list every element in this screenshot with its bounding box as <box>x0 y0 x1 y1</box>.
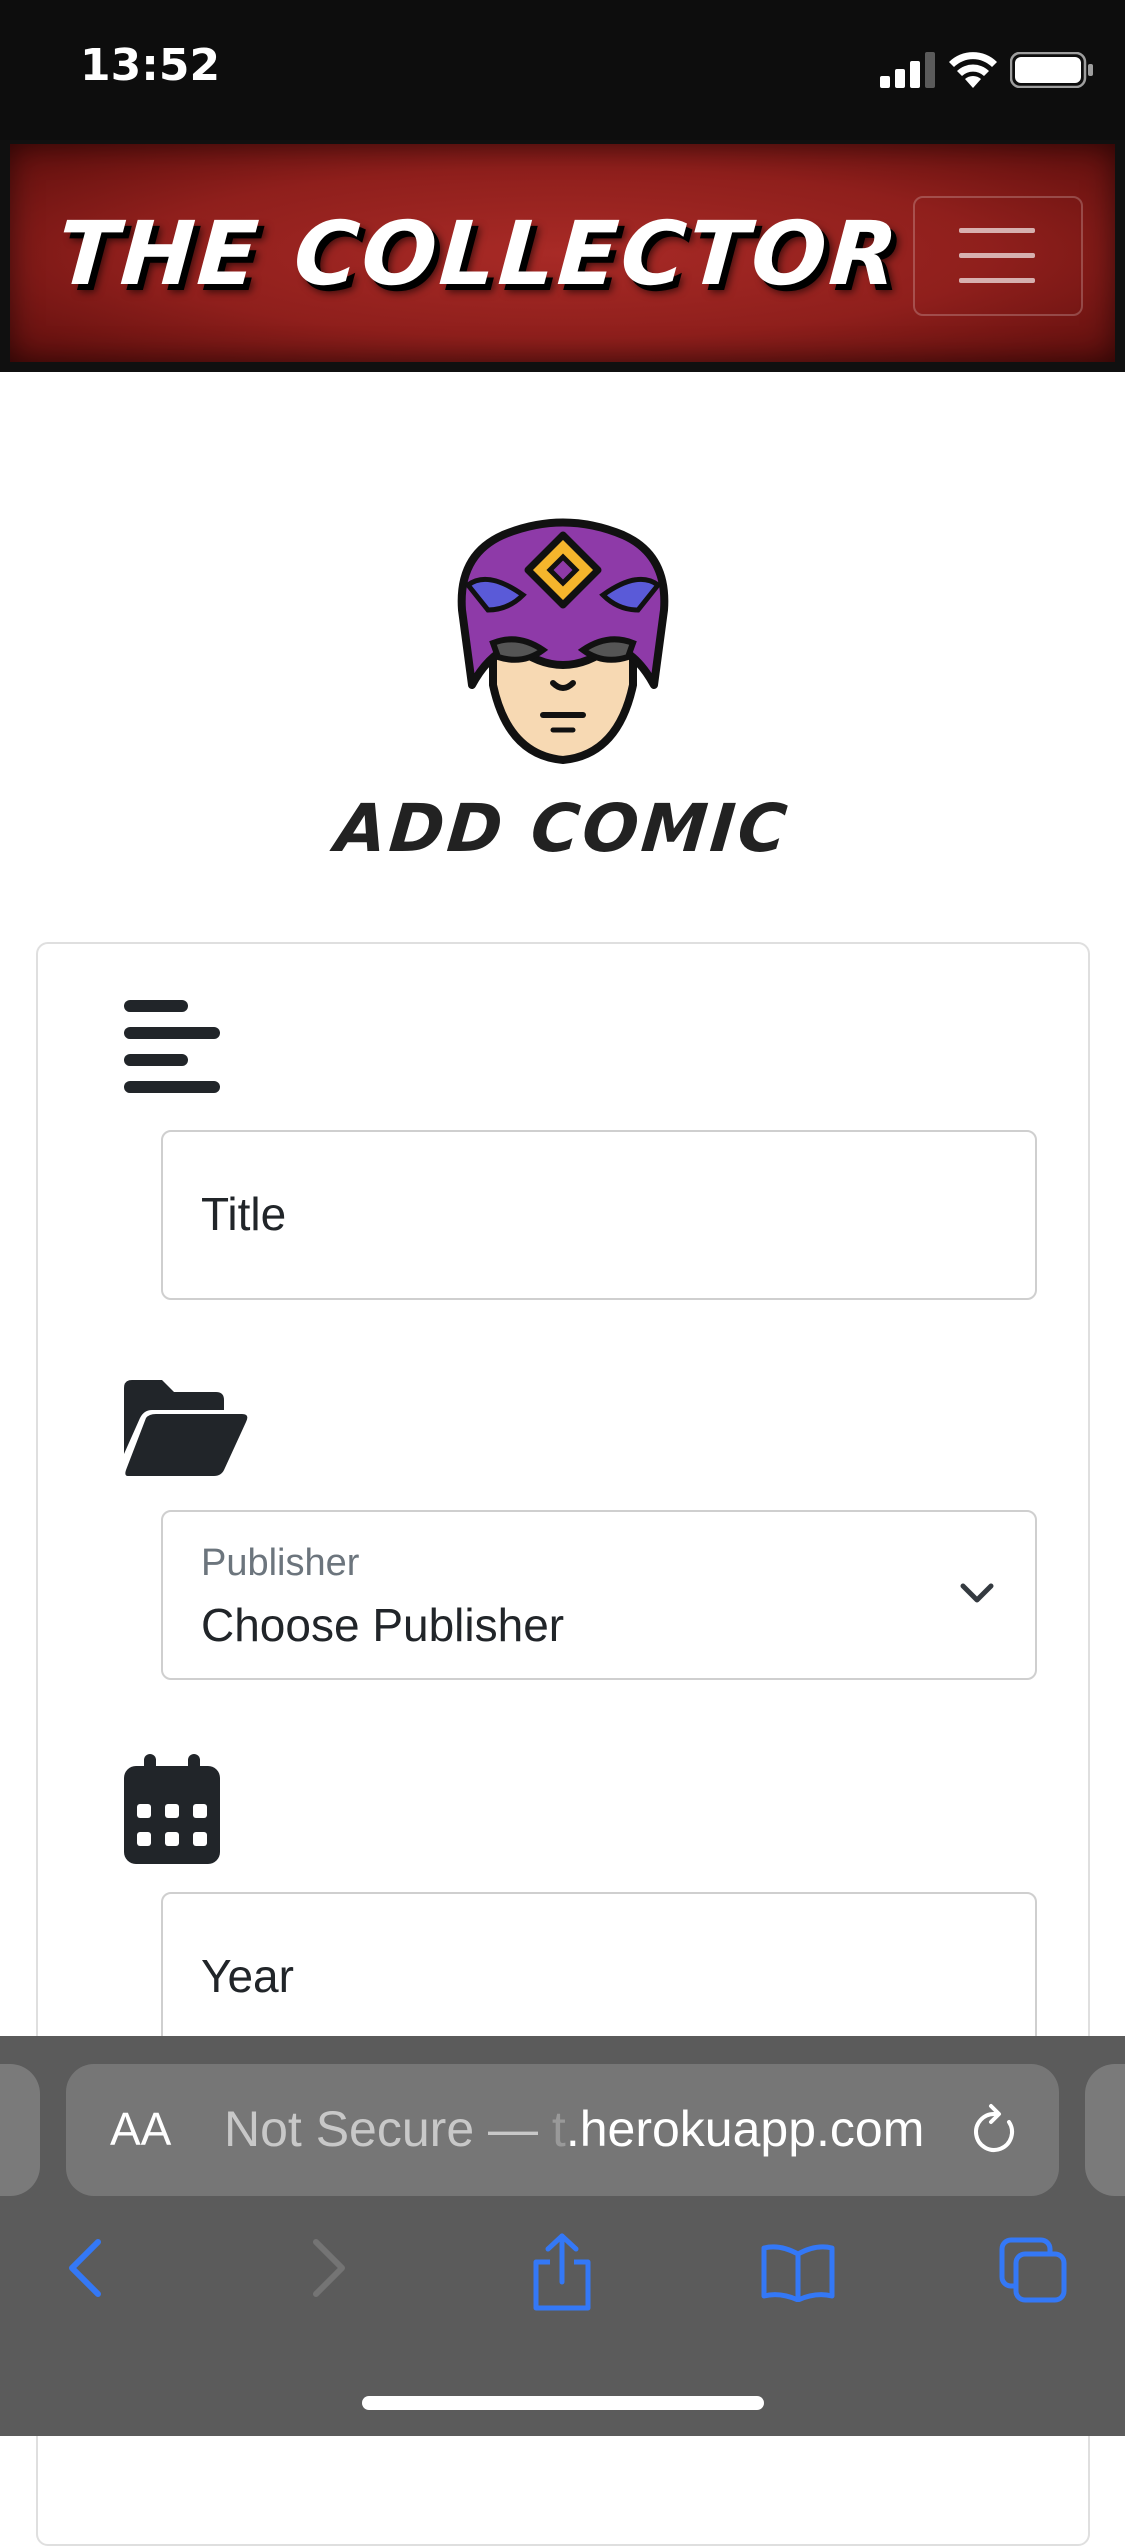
publisher-select[interactable]: Publisher Choose Publisher <box>161 1510 1037 1680</box>
hamburger-icon-bar <box>959 278 1035 283</box>
browser-toolbar: AA Not Secure — t.herokuapp.com <box>0 2036 1125 2436</box>
align-left-icon <box>124 1000 220 1093</box>
publisher-selected-value: Choose Publisher <box>201 1599 565 1651</box>
reload-icon[interactable] <box>969 2102 1021 2158</box>
folder-open-icon <box>124 1380 248 1476</box>
tabs-icon[interactable] <box>998 2236 1068 2304</box>
home-indicator[interactable] <box>362 2396 764 2410</box>
title-field[interactable] <box>161 1130 1037 1300</box>
address-bar[interactable]: AA Not Secure — t.herokuapp.com <box>66 2064 1059 2196</box>
hamburger-icon-bar <box>959 253 1035 258</box>
navbar: THE COLLECTOR <box>0 140 1125 372</box>
share-icon[interactable] <box>530 2232 594 2312</box>
page-title: ADD COMIC <box>332 790 793 867</box>
navbar-banner: THE COLLECTOR <box>10 144 1115 362</box>
status-bar: 13:52 <box>0 0 1125 140</box>
brand-logo[interactable]: THE COLLECTOR <box>54 202 903 305</box>
text-size-button[interactable]: AA <box>110 2102 171 2156</box>
url-host: .herokuapp.com <box>565 2101 925 2157</box>
hamburger-icon <box>959 228 1035 233</box>
status-time: 13:52 <box>80 40 221 91</box>
wifi-icon <box>949 52 997 88</box>
bookmarks-icon[interactable] <box>760 2242 836 2302</box>
forward-icon[interactable] <box>308 2238 348 2298</box>
back-icon[interactable] <box>66 2238 106 2298</box>
calendar-icon <box>124 1754 220 1864</box>
previous-tab-preview[interactable] <box>0 2064 40 2196</box>
url-faded: t <box>551 2101 566 2157</box>
year-input[interactable] <box>201 1949 981 2003</box>
cellular-signal-icon <box>880 52 935 88</box>
superhero-mask-icon <box>457 518 669 765</box>
publisher-label: Publisher <box>201 1542 360 1584</box>
url-text[interactable]: Not Secure — t.herokuapp.com <box>224 2100 924 2158</box>
chevron-down-icon <box>960 1583 994 1603</box>
battery-icon <box>1010 52 1093 88</box>
next-tab-preview[interactable] <box>1085 2064 1125 2196</box>
title-input[interactable] <box>201 1187 981 1241</box>
url-prefix: Not Secure — <box>224 2101 552 2157</box>
menu-toggle-button[interactable] <box>913 196 1083 316</box>
